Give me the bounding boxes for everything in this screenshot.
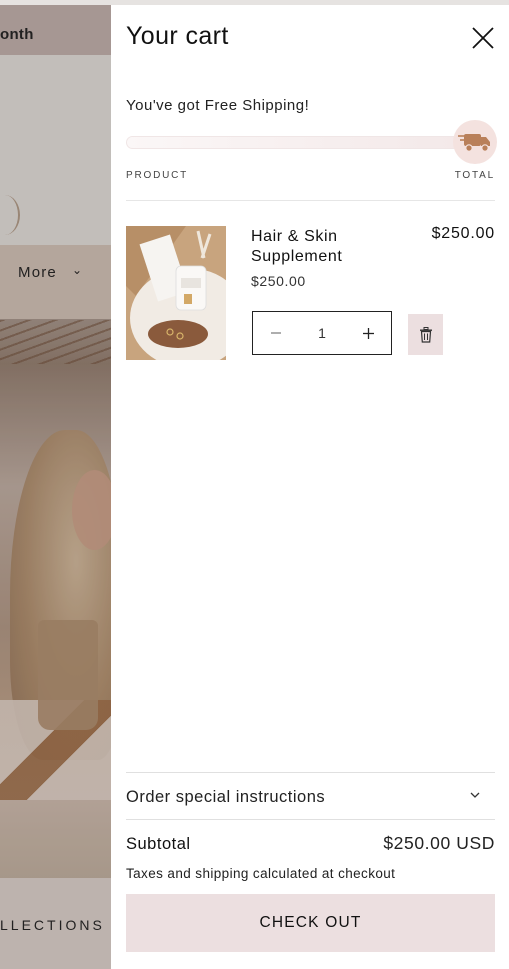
- product-unit-price: $250.00: [251, 273, 306, 289]
- product-photo: [126, 226, 226, 360]
- shipping-progress-bar: [126, 136, 478, 149]
- column-header-product: PRODUCT: [126, 170, 189, 181]
- free-shipping-message: You've got Free Shipping!: [126, 97, 310, 114]
- order-instructions-toggle[interactable]: Order special instructions: [126, 772, 495, 820]
- truck-icon: [458, 134, 490, 152]
- drawer-overlay[interactable]: [0, 0, 111, 969]
- background-page: onth More ⌄ LLECTIONS: [0, 0, 111, 969]
- truck-badge: [453, 120, 497, 164]
- product-image[interactable]: [126, 226, 226, 360]
- quantity-input[interactable]: [300, 325, 344, 341]
- line-item-total: $250.00: [431, 225, 495, 242]
- remove-item-button[interactable]: [408, 314, 443, 355]
- cart-title: Your cart: [126, 22, 229, 50]
- trash-icon: [419, 326, 432, 343]
- close-button[interactable]: [468, 23, 498, 53]
- checkout-button[interactable]: CHECK OUT: [126, 894, 495, 952]
- close-icon: [472, 27, 494, 49]
- minus-icon: [271, 332, 281, 334]
- cart-drawer: Your cart You've got Free Shipping! PROD…: [111, 5, 509, 967]
- column-header-total: TOTAL: [454, 170, 495, 181]
- shipping-progress-fill: [127, 137, 477, 148]
- decrease-quantity-button[interactable]: [253, 312, 299, 354]
- chevron-down-icon: [470, 792, 480, 798]
- product-name[interactable]: Hair & Skin Supplement: [251, 227, 401, 267]
- tax-note: Taxes and shipping calculated at checkou…: [126, 866, 396, 881]
- order-instructions-label: Order special instructions: [126, 788, 326, 806]
- subtotal-value: $250.00 USD: [383, 833, 495, 853]
- increase-quantity-button[interactable]: [345, 312, 391, 354]
- quantity-stepper: [252, 311, 392, 355]
- divider: [126, 200, 495, 201]
- plus-icon: [362, 327, 374, 339]
- subtotal-label: Subtotal: [126, 835, 191, 853]
